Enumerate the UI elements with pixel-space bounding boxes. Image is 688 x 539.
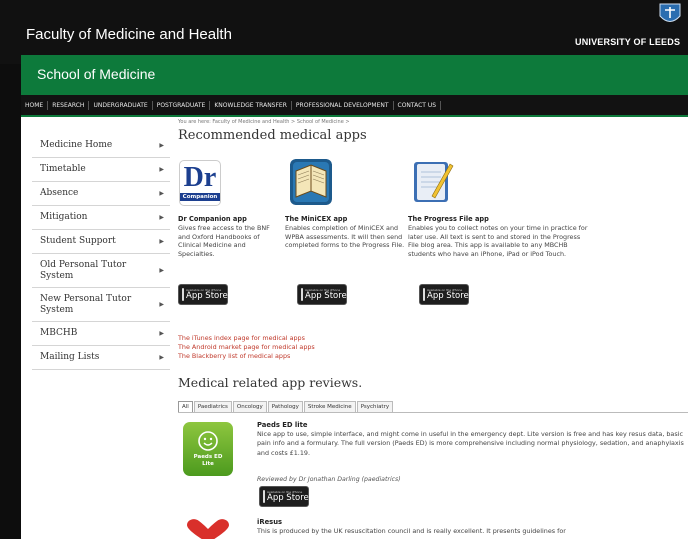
sidebar-item-label: Absence: [40, 188, 79, 198]
sidebar-item-label: Timetable: [40, 164, 86, 174]
review-tabs: All Paediatrics Oncology Pathology Strok…: [178, 401, 394, 412]
dr-companion-app-icon[interactable]: Dr Companion: [179, 160, 223, 208]
sidebar-item-new-personal-tutor[interactable]: New Personal Tutor System ▶: [32, 288, 170, 322]
chevron-right-icon: ▶: [159, 330, 164, 337]
minicex-app-icon[interactable]: [290, 159, 332, 209]
tab-psychiatry[interactable]: Psychiatry: [356, 401, 394, 412]
paeds-ed-lite-app-icon[interactable]: Paeds ED Lite: [183, 422, 233, 476]
app-store-button[interactable]: Available on the iPhone App Store: [297, 284, 347, 305]
reviews-heading: Medical related app reviews.: [178, 375, 363, 390]
iphone-icon: [263, 490, 265, 503]
chevron-right-icon: ▶: [159, 354, 164, 361]
paeds-ed-lite-icon-text: Paeds ED Lite: [193, 454, 223, 467]
tab-all[interactable]: All: [178, 401, 193, 412]
progress-file-title: The Progress File app: [408, 215, 489, 223]
tab-pathology[interactable]: Pathology: [267, 401, 303, 412]
sidebar-item-label: Student Support: [40, 236, 116, 246]
nav-postgraduate[interactable]: POSTGRADUATE: [153, 100, 211, 110]
itunes-medical-apps-link[interactable]: The iTunes index page for medical apps: [178, 334, 305, 342]
page-body: School of Medicine HOME RESEARCH UNDERGR…: [21, 55, 688, 539]
university-name[interactable]: UNIVERSITY OF LEEDS: [575, 37, 680, 47]
progress-file-description: Enables you to collect notes on your tim…: [408, 224, 588, 258]
chevron-right-icon: ▶: [159, 301, 164, 308]
sidebar-item-label: Mailing Lists: [40, 352, 100, 362]
dr-companion-logo-text: Dr: [183, 162, 217, 193]
iphone-icon: [301, 288, 303, 301]
blackberry-medical-apps-link[interactable]: The Blackberry list of medical apps: [178, 352, 290, 360]
sidebar-item-student-support[interactable]: Student Support ▶: [32, 230, 170, 254]
nav-professional-development[interactable]: PROFESSIONAL DEVELOPMENT: [292, 100, 394, 110]
sidebar-item-mbchb[interactable]: MBCHB ▶: [32, 322, 170, 346]
sidebar-item-old-personal-tutor[interactable]: Old Personal Tutor System ▶: [32, 254, 170, 288]
android-medical-apps-link[interactable]: The Android market page for medical apps: [178, 343, 315, 351]
sidebar-item-label: MBCHB: [40, 328, 78, 338]
breadcrumb[interactable]: You are here: Faculty of Medicine and He…: [178, 119, 350, 125]
page-title: Recommended medical apps: [178, 128, 367, 143]
app-store-label: App Store: [186, 291, 228, 301]
minicex-title: The MiniCEX app: [285, 215, 348, 223]
app-store-label: App Store: [427, 291, 469, 301]
nav-research[interactable]: RESEARCH: [48, 100, 90, 110]
app-store-button[interactable]: Available on the iPhone App Store: [259, 486, 309, 507]
heart-icon[interactable]: [185, 519, 231, 539]
faculty-title[interactable]: Faculty of Medicine and Health: [26, 26, 232, 43]
dr-companion-logo-icon: Dr Companion: [179, 160, 221, 206]
paeds-ed-lite-title: Paeds ED lite: [257, 421, 308, 429]
dr-companion-title: Dr Companion app: [178, 215, 247, 223]
chevron-right-icon: ▶: [159, 238, 164, 245]
iresus-review-text: This is produced by the UK resuscitation…: [257, 527, 566, 535]
sidebar-item-label: Medicine Home: [40, 140, 113, 150]
nav-knowledge-transfer[interactable]: KNOWLEDGE TRANSFER: [210, 100, 292, 110]
smiley-face-icon: [198, 431, 218, 451]
sidebar-item-label: Mitigation: [40, 212, 88, 222]
progress-file-app-icon[interactable]: [412, 158, 454, 208]
paeds-ed-lite-reviewer: Reviewed by Dr Jonathan Darling (paediat…: [257, 476, 401, 483]
sidebar-item-label: Old Personal Tutor System: [40, 259, 127, 281]
notebook-icon: [414, 162, 454, 202]
paeds-ed-lite-review-text: Nice app to use, simple interface, and m…: [257, 430, 684, 457]
nav-home[interactable]: HOME: [21, 100, 49, 110]
dr-companion-logo-subtext: Companion: [179, 193, 221, 201]
app-store-button[interactable]: Available on the iPhone App Store: [178, 284, 228, 305]
chevron-right-icon: ▶: [159, 142, 164, 149]
main-nav: HOME RESEARCH UNDERGRADUATE POSTGRADUATE…: [21, 95, 688, 115]
app-store-label: App Store: [305, 291, 347, 301]
sidebar: Medicine Home ▶ Timetable ▶ Absence ▶ Mi…: [32, 134, 170, 370]
chevron-right-icon: ▶: [159, 267, 164, 274]
iphone-icon: [423, 288, 425, 301]
tab-stroke-medicine[interactable]: Stroke Medicine: [303, 401, 356, 412]
tab-oncology[interactable]: Oncology: [232, 401, 267, 412]
book-icon: [290, 159, 332, 205]
iphone-icon: [182, 288, 184, 301]
sidebar-item-timetable[interactable]: Timetable ▶: [32, 158, 170, 182]
nav-contact-us[interactable]: CONTACT US: [394, 100, 442, 110]
sidebar-item-mailing-lists[interactable]: Mailing Lists ▶: [32, 346, 170, 370]
chevron-right-icon: ▶: [159, 214, 164, 221]
app-store-label: App Store: [267, 493, 309, 503]
sidebar-item-absence[interactable]: Absence ▶: [32, 182, 170, 206]
chevron-right-icon: ▶: [159, 166, 164, 173]
university-crest-icon[interactable]: [652, 0, 688, 30]
sidebar-item-mitigation[interactable]: Mitigation ▶: [32, 206, 170, 230]
sidebar-item-label: New Personal Tutor System: [40, 293, 132, 315]
dr-companion-description: Gives free access to the BNF and Oxford …: [178, 224, 270, 258]
app-store-button[interactable]: Available on the iPhone App Store: [419, 284, 469, 305]
chevron-right-icon: ▶: [159, 190, 164, 197]
school-title[interactable]: School of Medicine: [37, 66, 155, 82]
minicex-description: Enables completion of MiniCEX and WPBA a…: [285, 224, 405, 250]
tab-paediatrics[interactable]: Paediatrics: [193, 401, 232, 412]
iresus-title: iResus: [257, 518, 283, 526]
nav-divider: [21, 115, 688, 117]
sidebar-item-medicine-home[interactable]: Medicine Home ▶: [32, 134, 170, 158]
tab-underline: [178, 412, 688, 413]
nav-undergraduate[interactable]: UNDERGRADUATE: [89, 100, 153, 110]
